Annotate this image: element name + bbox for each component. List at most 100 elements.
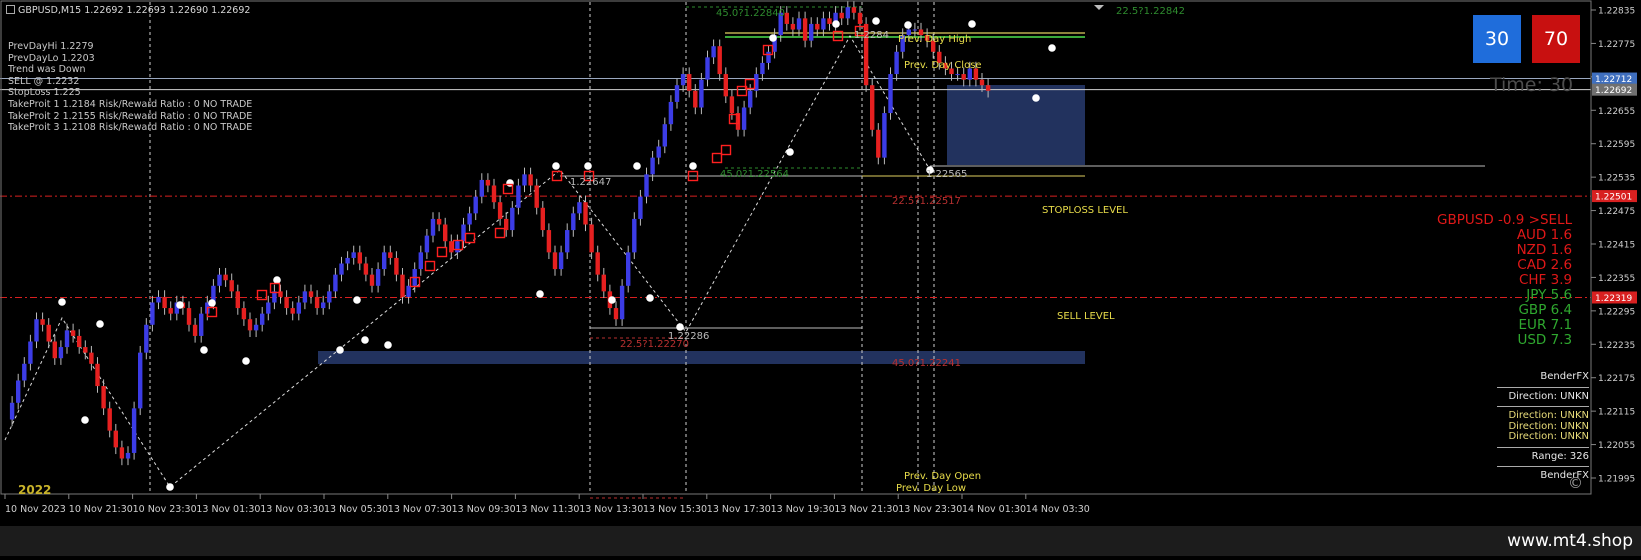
bull-candle	[680, 74, 686, 86]
bull-candle	[741, 107, 747, 130]
bull-candle	[156, 296, 161, 303]
bull-candle	[577, 202, 582, 214]
timer-label: Time: 30	[1490, 74, 1574, 96]
fractal-dot	[176, 301, 184, 309]
bear-candle	[162, 296, 167, 309]
bear-candle	[870, 85, 875, 130]
time-tick-label: 14 Nov 03:30	[1026, 504, 1090, 515]
bull-candle	[321, 302, 326, 309]
bear-candle	[985, 85, 991, 91]
stoploss-level-label: STOPLOSS LEVEL	[1042, 205, 1128, 216]
swing-label-2: 1.22286	[668, 331, 709, 342]
fractal-dot	[361, 336, 369, 344]
bull-candle	[955, 74, 960, 76]
divider	[1497, 386, 1589, 388]
time-tick-label: 10 Nov 2023	[5, 504, 66, 515]
fractal-dot	[242, 357, 250, 365]
bear-candle	[534, 185, 539, 208]
bear-candle	[77, 335, 82, 348]
bull-candle	[821, 18, 826, 30]
bear-candle	[802, 18, 808, 41]
copyright-icon: ©	[1568, 474, 1583, 492]
bear-candle	[290, 308, 295, 314]
info-takeprofit-1: TakeProit 1 1.2184 Risk/Reward Ratio : 0…	[8, 98, 253, 110]
fractal-dot	[608, 296, 616, 304]
fib-right-label: 22.5?1.22842	[1116, 6, 1185, 17]
strength-row-cad: CAD 2.6	[1517, 257, 1573, 273]
signal-box-red-value: 70	[1543, 28, 1569, 50]
bull-candle	[473, 196, 478, 214]
price-tick-label: 1.22055	[1598, 441, 1635, 451]
fractal-dot	[166, 483, 174, 491]
time-tick-label: 13 Nov 15:30	[643, 504, 707, 515]
price-tick-label: 1.22295	[1598, 307, 1635, 317]
bear-candle	[113, 430, 118, 448]
bull-candle	[131, 408, 137, 453]
bull-candle	[571, 213, 576, 231]
fib-red-3-label: 45.0?1.22241	[892, 358, 961, 369]
bear-candle	[95, 363, 100, 387]
swing-label-3: 1.22565	[926, 169, 967, 180]
bear-candle	[83, 347, 88, 353]
bull-candle	[656, 146, 661, 158]
bear-candle	[101, 386, 106, 409]
price-tick-label: 1.22475	[1598, 207, 1635, 217]
fractal-dot	[872, 17, 880, 25]
bear-candle	[223, 274, 228, 281]
direction-1: Direction: UNKN	[1508, 410, 1589, 421]
prev-day-open-label: Prev. Day Open	[904, 471, 981, 482]
bear-candle	[601, 274, 606, 292]
bear-candle	[827, 18, 832, 24]
fractal-dot	[58, 298, 66, 306]
time-tick-label: 13 Nov 19:30	[771, 504, 835, 515]
bull-candle	[522, 174, 527, 186]
bear-candle	[485, 179, 491, 186]
bull-candle	[644, 174, 649, 197]
bull-candle	[516, 185, 521, 208]
fractal-dot	[968, 20, 976, 28]
bear-candle	[876, 129, 881, 158]
price-tick-label: 1.22655	[1598, 107, 1635, 117]
price-tag-label: 1.22501	[1595, 193, 1632, 203]
bull-candle	[339, 263, 344, 275]
bear-candle	[497, 202, 503, 219]
bull-candle	[144, 324, 149, 353]
bear-candle	[394, 257, 399, 275]
fractal-dot	[769, 34, 777, 42]
time-tick-label: 13 Nov 11:30	[515, 504, 579, 515]
bear-candle	[528, 174, 533, 186]
time-tick-label: 13 Nov 13:30	[579, 504, 643, 515]
price-tag-label: 1.22712	[1595, 75, 1632, 85]
bull-candle	[351, 252, 356, 258]
info-prev-day-lo: PrevDayLo 1.2203	[8, 52, 95, 64]
signal-box-red: 70	[1532, 15, 1580, 63]
bull-candle	[619, 285, 625, 320]
time-tick-label: 13 Nov 01:30	[196, 504, 260, 515]
bottom-zone	[318, 351, 1085, 364]
fib-red-1-label: 22.5?1.22517	[892, 196, 961, 207]
bull-candle	[912, 29, 918, 31]
sell-zone	[947, 85, 1085, 165]
signal-box-blue-value: 30	[1484, 28, 1510, 50]
strength-row-aud: AUD 1.6	[1516, 227, 1573, 243]
price-tick-label: 1.22355	[1598, 274, 1635, 284]
time-tick-label: 10 Nov 21:30	[69, 504, 133, 515]
time-tick-label: 10 Nov 23:30	[133, 504, 197, 515]
bull-candle	[260, 313, 265, 325]
bull-candle	[333, 274, 338, 292]
bull-candle	[138, 352, 143, 409]
bull-candle	[382, 252, 387, 270]
fractal-dot	[646, 294, 654, 302]
bear-candle	[546, 230, 552, 253]
fractal-dot	[633, 162, 641, 170]
bear-candle	[284, 296, 289, 309]
bear-candle	[192, 324, 198, 336]
bear-candle	[687, 74, 692, 91]
price-tick-label: 1.22175	[1598, 374, 1635, 384]
bull-candle	[345, 257, 350, 264]
bull-candle	[650, 157, 655, 175]
bear-candle	[70, 330, 76, 336]
price-tick-label: 1.22115	[1598, 408, 1635, 418]
bear-candle	[314, 296, 320, 309]
bull-candle	[424, 235, 430, 253]
